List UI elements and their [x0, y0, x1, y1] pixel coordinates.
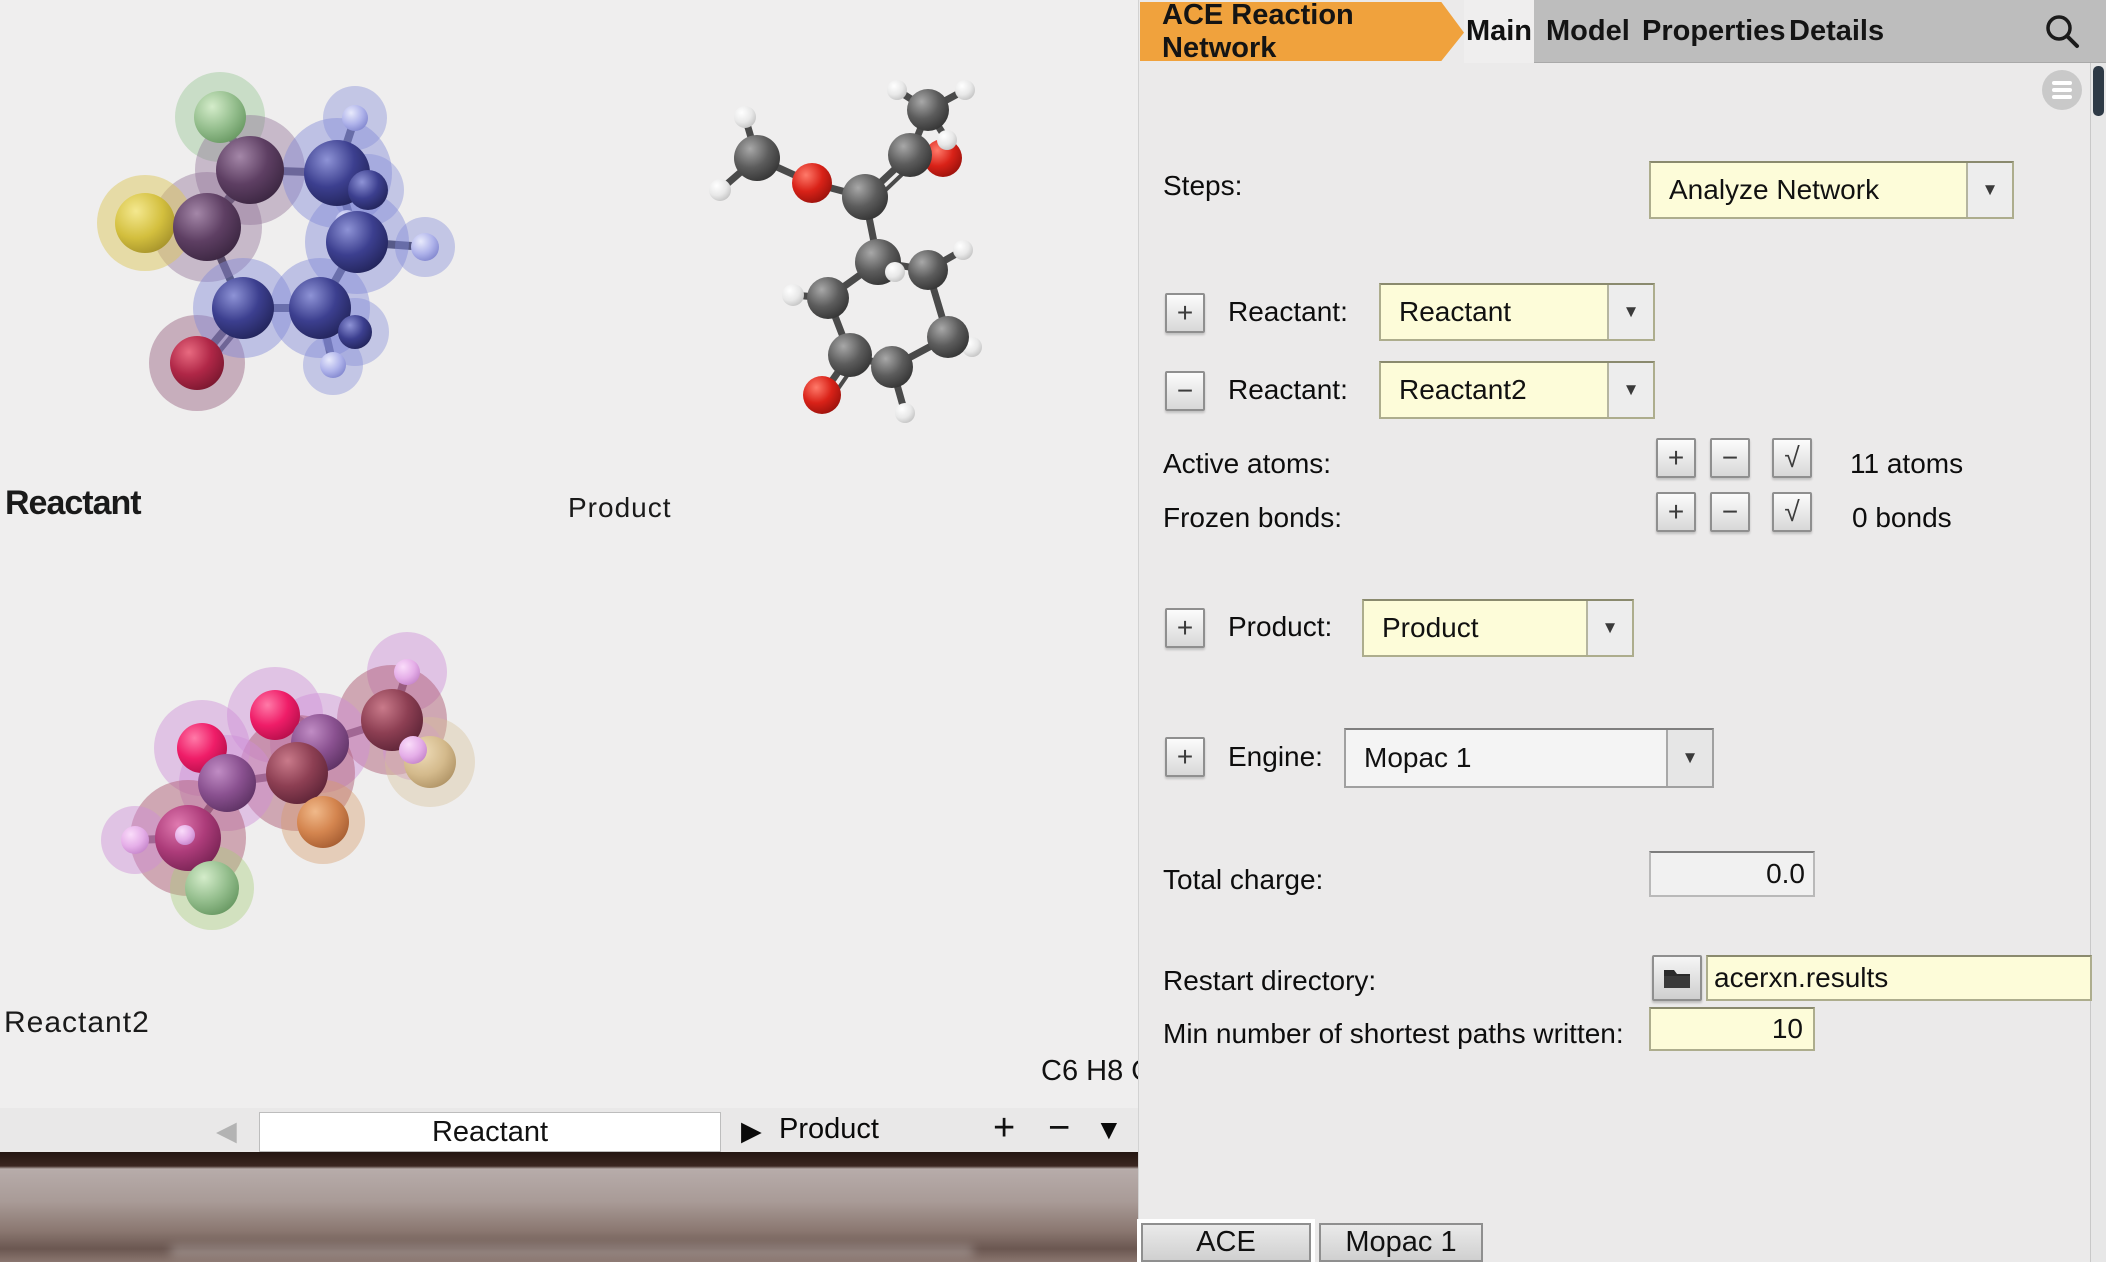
min-paths-label: Min number of shortest paths written:: [1163, 1018, 1624, 1050]
panel-scrollbar-thumb[interactable]: [2093, 66, 2104, 116]
chemical-formula: C6 H8 O: [1041, 1055, 1129, 1088]
current-molecule-input[interactable]: [259, 1112, 721, 1152]
add-engine-button[interactable]: +: [1165, 737, 1205, 777]
reactant1-dropdown[interactable]: Reactant ▼: [1379, 283, 1655, 341]
bottom-tab-mopac[interactable]: Mopac 1: [1319, 1223, 1483, 1262]
product-row-label: Product:: [1228, 611, 1332, 643]
menu-bar: [2052, 81, 2072, 85]
context-tab-ace-reaction-network[interactable]: ACE Reaction Network: [1140, 2, 1464, 61]
reactant2-value: Reactant2: [1381, 363, 1607, 417]
application-window: Reactant Product Reactant2 C6 H8 O ◀ ▶ P…: [0, 0, 2106, 1262]
active-atoms-remove-button[interactable]: −: [1710, 438, 1750, 478]
dropdown-arrow-icon: ▼: [1607, 285, 1653, 339]
next-molecule-name[interactable]: Product: [779, 1113, 879, 1146]
steps-dropdown[interactable]: Analyze Network ▼: [1649, 161, 2014, 219]
remove-reactant-button[interactable]: −: [1165, 371, 1205, 411]
reactant2-label: Reactant2: [4, 1006, 150, 1040]
dropdown-arrow-icon: ▼: [1607, 363, 1653, 417]
tab-properties[interactable]: Properties: [1642, 0, 1785, 63]
frozen-bonds-label: Frozen bonds:: [1163, 502, 1342, 534]
menu-bar: [2052, 88, 2072, 92]
steps-label: Steps:: [1163, 170, 1242, 202]
folder-icon: [1662, 965, 1692, 991]
panel-menu-icon[interactable]: [2042, 70, 2082, 110]
total-charge-input[interactable]: [1649, 851, 1815, 897]
reactant-molecule-render[interactable]: [90, 50, 510, 430]
frozen-bonds-add-button[interactable]: +: [1656, 492, 1696, 532]
restart-directory-label: Restart directory:: [1163, 965, 1376, 997]
search-icon[interactable]: [2040, 10, 2084, 54]
add-molecule-button[interactable]: +: [993, 1107, 1015, 1150]
dropdown-arrow-icon: ▼: [1966, 163, 2012, 217]
reactant1-label: Reactant:: [1228, 296, 1348, 328]
frozen-bonds-remove-button[interactable]: −: [1710, 492, 1750, 532]
tab-details[interactable]: Details: [1789, 0, 1884, 63]
active-atoms-label: Active atoms:: [1163, 448, 1331, 480]
reactant-label: Reactant: [5, 484, 141, 523]
tab-model[interactable]: Model: [1546, 0, 1630, 63]
reactant1-value: Reactant: [1381, 285, 1607, 339]
product-molecule-render[interactable]: [690, 55, 1030, 435]
product-label: Product: [568, 492, 672, 524]
steps-value: Analyze Network: [1651, 163, 1966, 217]
next-molecule-button[interactable]: ▶: [741, 1116, 762, 1147]
product-dropdown[interactable]: Product ▼: [1362, 599, 1634, 657]
add-reactant-button[interactable]: +: [1165, 293, 1205, 333]
bottom-tab-ace[interactable]: ACE: [1141, 1223, 1311, 1262]
engine-dropdown[interactable]: Mopac 1 ▼: [1344, 728, 1714, 788]
remove-molecule-button[interactable]: −: [1048, 1107, 1070, 1150]
active-atoms-add-button[interactable]: +: [1656, 438, 1696, 478]
engine-label: Engine:: [1228, 741, 1323, 773]
previous-molecule-button[interactable]: ◀: [216, 1116, 237, 1147]
active-atoms-check-button[interactable]: √: [1772, 438, 1812, 478]
add-product-button[interactable]: +: [1165, 608, 1205, 648]
dropdown-arrow-icon: ▼: [1666, 730, 1712, 786]
reactant2-molecule-render[interactable]: [80, 625, 500, 955]
reactant2-dropdown[interactable]: Reactant2 ▼: [1379, 361, 1655, 419]
total-charge-label: Total charge:: [1163, 864, 1323, 896]
menu-bar: [2052, 95, 2072, 99]
dropdown-arrow-icon: ▼: [1586, 601, 1632, 655]
min-paths-input[interactable]: [1649, 1007, 1815, 1051]
browse-folder-button[interactable]: [1652, 955, 1702, 1001]
molecule-viewport[interactable]: Reactant Product Reactant2 C6 H8 O: [0, 0, 1138, 1108]
frozen-bonds-count: 0 bonds: [1852, 502, 1952, 534]
panel-scrollbar-track[interactable]: [2090, 63, 2106, 1262]
molecule-list-dropdown-button[interactable]: ▼: [1095, 1114, 1123, 1146]
reactant2-label: Reactant:: [1228, 374, 1348, 406]
engine-value: Mopac 1: [1346, 730, 1666, 786]
frozen-bonds-check-button[interactable]: √: [1772, 492, 1812, 532]
active-atoms-count: 11 atoms: [1850, 448, 1963, 480]
tab-main[interactable]: Main: [1464, 0, 1534, 63]
restart-directory-input[interactable]: [1706, 955, 2092, 1001]
product-value: Product: [1364, 601, 1586, 655]
toolbar-reflection: [170, 1246, 974, 1256]
